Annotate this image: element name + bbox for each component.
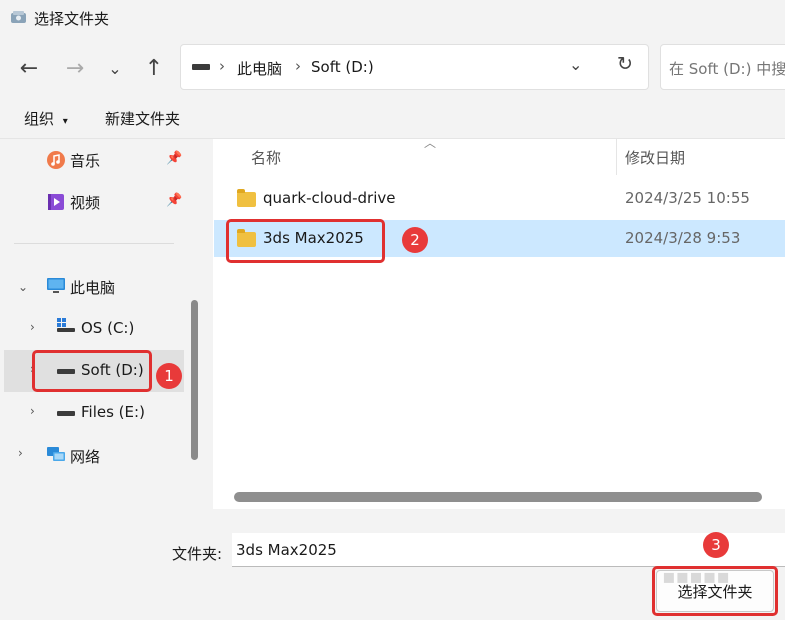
music-icon [47, 151, 65, 169]
annotation-highlight-folder [226, 219, 385, 263]
expand-chevron-right-icon[interactable]: › [18, 446, 23, 460]
video-icon [48, 194, 64, 210]
expand-chevron-down-icon[interactable]: ⌄ [18, 280, 28, 294]
annotation-step-3: 3 [703, 532, 729, 558]
sidebar-item-network[interactable]: 网络 [70, 446, 100, 467]
refresh-icon[interactable]: ↻ [617, 53, 633, 75]
search-box[interactable]: 在 Soft (D:) 中搜 [660, 44, 785, 90]
sidebar-item-music[interactable]: 音乐 [70, 150, 100, 171]
sidebar-item-drive-c[interactable]: OS (C:) [81, 319, 134, 337]
organize-button[interactable]: 组织 ▾ [24, 108, 68, 129]
column-header-modified[interactable]: 修改日期 [625, 147, 685, 168]
drive-icon [57, 411, 75, 416]
file-list-horizontal-scrollbar[interactable] [234, 492, 762, 502]
breadcrumb-this-pc[interactable]: 此电脑 [237, 58, 282, 79]
address-bar[interactable]: › 此电脑 › Soft (D:) ⌄ ↻ [180, 44, 649, 90]
file-modified-date: 2024/3/28 9:53 [625, 229, 741, 247]
window-title: 选择文件夹 [34, 10, 110, 28]
sidebar-divider [14, 243, 174, 244]
app-icon [11, 11, 26, 23]
annotation-step-2: 2 [402, 227, 428, 253]
organize-label: 组织 [24, 110, 55, 128]
new-folder-button[interactable]: 新建文件夹 [105, 108, 180, 129]
column-divider[interactable] [616, 139, 617, 175]
computer-icon [47, 278, 65, 293]
breadcrumb-separator: › [219, 57, 225, 75]
sidebar-item-this-pc[interactable]: 此电脑 [70, 277, 115, 298]
folder-label: 文件夹: [172, 545, 223, 563]
expand-chevron-right-icon[interactable]: › [30, 404, 35, 418]
sort-ascending-icon: ︿ [424, 136, 437, 150]
folder-icon [237, 189, 256, 207]
expand-chevron-right-icon[interactable]: › [30, 320, 35, 334]
title-bar [0, 0, 785, 36]
back-arrow-icon[interactable]: ← [16, 56, 42, 82]
forward-arrow-icon[interactable]: → [62, 56, 88, 82]
column-header-name[interactable]: 名称 [251, 147, 281, 168]
file-name: quark-cloud-drive [263, 189, 396, 207]
network-icon [47, 447, 65, 461]
watermark: ▪▪▪▪▪ [662, 564, 730, 588]
file-modified-date: 2024/3/25 10:55 [625, 189, 750, 207]
windows-drive-icon [57, 318, 75, 332]
folder-name-input[interactable] [232, 533, 785, 567]
annotation-step-1: 1 [156, 363, 182, 389]
address-dropdown-icon[interactable]: ⌄ [569, 55, 582, 74]
search-placeholder: 在 Soft (D:) 中搜 [669, 60, 785, 78]
sidebar-item-drive-e[interactable]: Files (E:) [81, 403, 145, 421]
pin-icon[interactable]: 📌 [166, 193, 182, 208]
breadcrumb-separator: › [295, 57, 301, 75]
annotation-highlight-drive-d [32, 350, 152, 392]
file-row[interactable]: quark-cloud-drive 2024/3/25 10:55 [214, 180, 785, 217]
pin-icon[interactable]: 📌 [166, 151, 182, 166]
breadcrumb-soft-d[interactable]: Soft (D:) [311, 58, 374, 76]
up-arrow-icon[interactable]: ↑ [141, 56, 167, 82]
sidebar-item-video[interactable]: 视频 [70, 192, 100, 213]
drive-icon [192, 64, 210, 70]
recent-locations-chevron-icon[interactable]: ⌄ [102, 56, 128, 82]
organize-dropdown-icon: ▾ [62, 116, 68, 127]
sidebar-scrollbar[interactable] [191, 300, 198, 460]
